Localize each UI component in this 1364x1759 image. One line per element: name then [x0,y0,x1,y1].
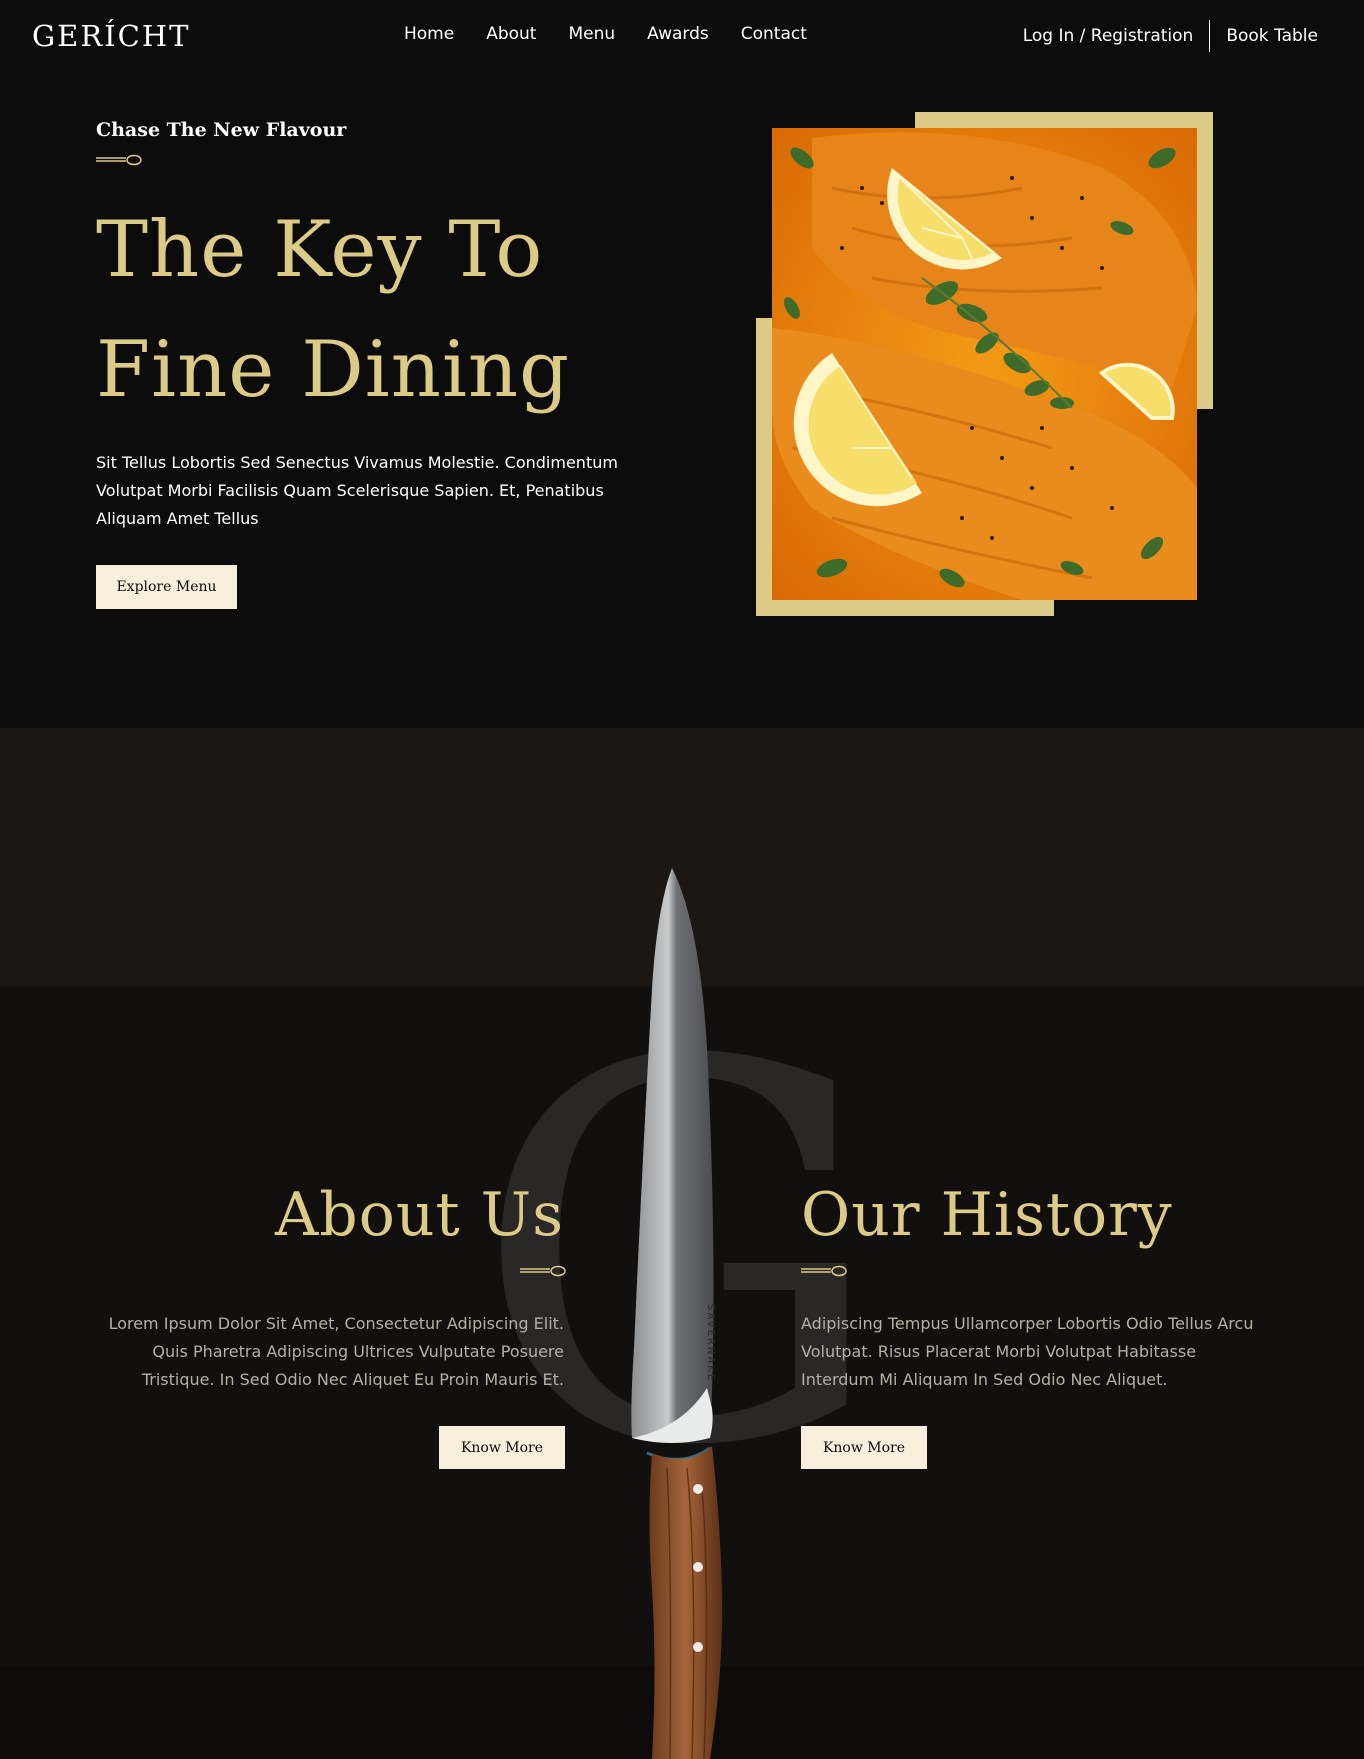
navbar: GERÍCHT Home About Menu Awards Contact L… [0,0,1364,72]
spoon-icon [520,1265,566,1277]
nav-link-menu[interactable]: Menu [568,24,615,44]
hero-title: The Key To Fine Dining [96,190,570,430]
nav-link-awards[interactable]: Awards [647,24,709,44]
knife-brand-text: SAVERNAKE [705,1304,716,1382]
nav-link-about[interactable]: About [486,24,536,44]
hero-description: Sit Tellus Lobortis Sed Senectus Vivamus… [96,453,618,528]
hero-title-line1: The Key To [96,205,544,295]
history-know-more-button[interactable]: Know More [801,1426,927,1469]
book-table-link[interactable]: Book Table [1226,26,1318,46]
logo[interactable]: GERÍCHT [32,19,190,53]
spoon-icon [801,1265,847,1277]
hero-dish-image [772,128,1197,600]
nav-actions: Log In / Registration Book Table [1023,20,1318,52]
nav-link-contact[interactable]: Contact [741,24,807,44]
about-us-title: About Us [274,1180,564,1250]
spoon-icon [96,154,142,166]
knife-image: SAVERNAKE [631,868,723,1759]
our-history-title: Our History [801,1180,1173,1250]
our-history-text: Adipiscing Tempus Ullamcorper Lobortis O… [801,1314,1254,1389]
nav-links: Home About Menu Awards Contact [404,24,807,44]
about-know-more-button[interactable]: Know More [439,1426,565,1469]
login-link[interactable]: Log In / Registration [1023,26,1194,46]
hero-title-line2: Fine Dining [96,325,571,415]
nav-divider [1209,20,1211,52]
about-us-text: Lorem Ipsum Dolor Sit Amet, Consectetur … [108,1314,564,1389]
nav-link-home[interactable]: Home [404,24,454,44]
hero-section: Chase The New Flavour The Key To Fine Di… [0,72,1364,728]
explore-menu-button[interactable]: Explore Menu [96,565,237,609]
about-section: G SAVERNAKE About Us [0,728,1364,1759]
hero-subtitle: Chase The New Flavour [96,119,347,141]
